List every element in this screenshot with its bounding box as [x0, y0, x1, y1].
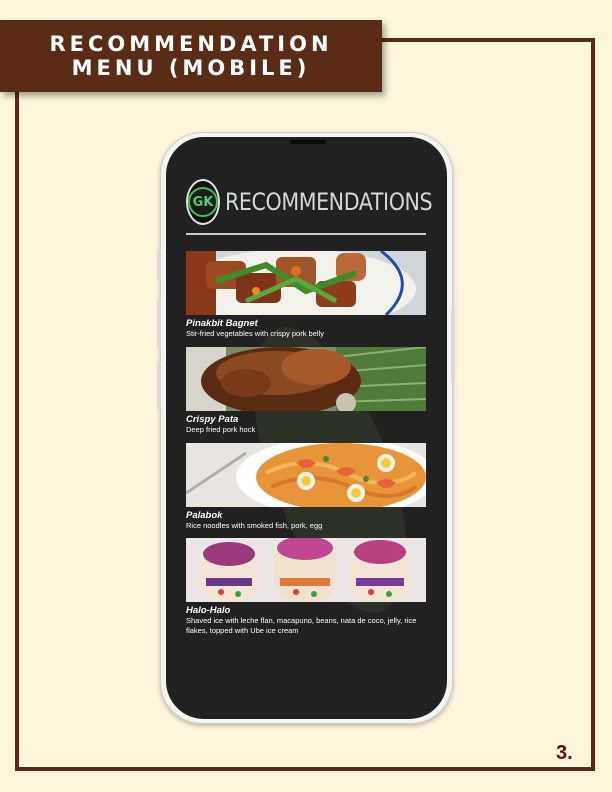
item-description: Shaved ice with leche flan, macapuno, be… [186, 616, 417, 635]
item-description: Rice noodles with smoked fish, pork, egg [186, 521, 323, 530]
phone-side-button [157, 250, 161, 280]
brand-logo[interactable]: GK [186, 179, 220, 225]
item-description: Deep fried pork hock [186, 425, 256, 434]
header-divider [186, 233, 426, 235]
app-header: GK RECOMMENDATIONS [186, 176, 433, 228]
palabok-photo[interactable] [186, 443, 426, 507]
title-banner: RECOMMENDATION MENU (MOBILE) [0, 20, 382, 92]
app-title: RECOMMENDATIONS [225, 188, 433, 216]
item-name: Palabok [186, 510, 223, 521]
phone-volume-up-button [157, 300, 161, 348]
item-description: Stir-fried vegetables with crispy pork b… [186, 329, 324, 338]
crispy-pata-photo[interactable] [186, 347, 426, 411]
phone-speaker [290, 140, 326, 144]
title-line-1: RECOMMENDATION [49, 32, 333, 56]
halo-halo-photo[interactable] [186, 538, 426, 602]
pinakbit-bagnet-photo[interactable] [186, 251, 426, 315]
phone-volume-down-button [157, 362, 161, 410]
menu-item[interactable]: Pinakbit Bagnet Stir-fried vegetables wi… [186, 251, 426, 339]
title-line-2: MENU (MOBILE) [71, 56, 311, 80]
item-name: Halo-Halo [186, 605, 231, 616]
menu-item[interactable]: Palabok Rice noodles with smoked fish, p… [186, 443, 426, 531]
menu-item[interactable]: Halo-Halo Shaved ice with leche flan, ma… [186, 538, 426, 636]
logo-mark: GK [188, 187, 218, 217]
menu-item[interactable]: Crispy Pata Deep fried pork hock [186, 347, 426, 435]
item-name: Crispy Pata [186, 414, 239, 425]
page-number: 3. [556, 742, 573, 764]
phone-power-button [451, 310, 455, 382]
item-name: Pinakbit Bagnet [186, 318, 258, 329]
